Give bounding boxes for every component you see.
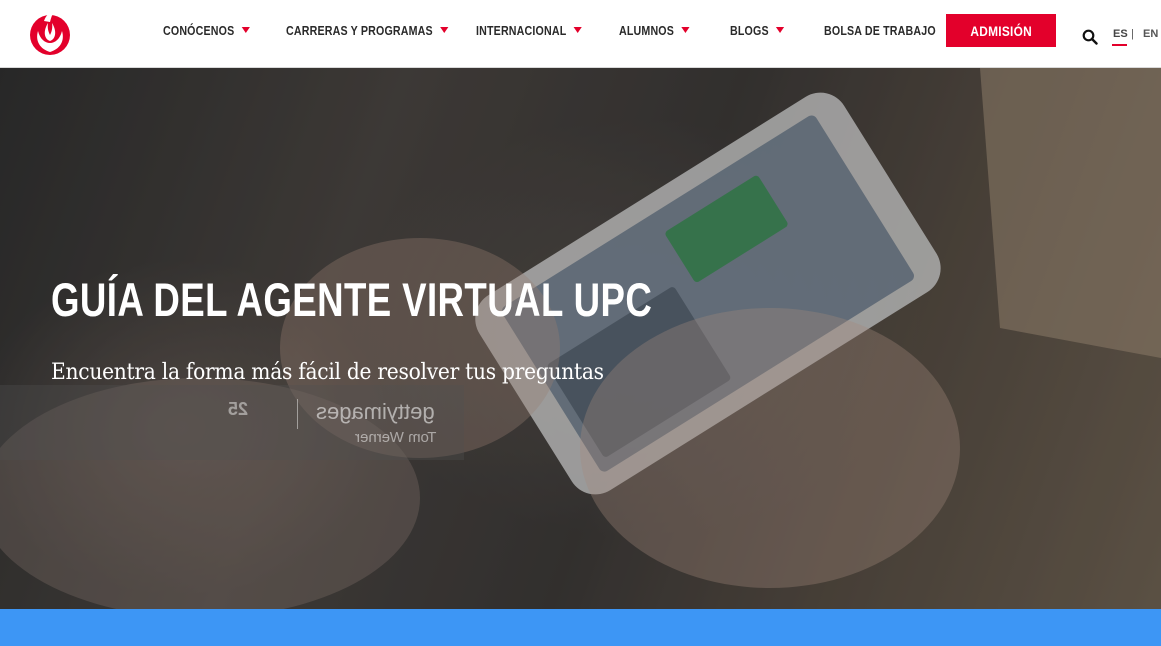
- getty-watermark: 25 gettyimages Tom Werner: [0, 385, 464, 460]
- hero-banner: 25 gettyimages Tom Werner GUÍA DEL AGENT…: [0, 68, 1161, 609]
- lang-en-link[interactable]: EN: [1143, 28, 1158, 40]
- getty-brand: gettyimages: [316, 399, 435, 424]
- caret-down-icon: [681, 27, 690, 33]
- nav-label: BLOGS: [730, 22, 769, 38]
- nav-label: BOLSA DE TRABAJO: [824, 22, 936, 38]
- nav-blogs[interactable]: BLOGS: [730, 0, 785, 60]
- site-header: CONÓCENOS CARRERAS Y PROGRAMAS INTERNACI…: [0, 0, 1161, 68]
- watermark-divider: [297, 399, 298, 429]
- hero-overlay: [0, 68, 1161, 609]
- nav-label: ALUMNOS: [619, 22, 675, 38]
- hero-subtitle: Encuentra la forma más fácil de resolver…: [51, 360, 604, 385]
- active-lang-underline: [1112, 44, 1127, 46]
- caret-down-icon: [440, 27, 449, 33]
- nav-label: CARRERAS Y PROGRAMAS: [286, 22, 433, 38]
- nav-conocenos[interactable]: CONÓCENOS: [163, 0, 250, 60]
- lang-es-link[interactable]: ES: [1113, 28, 1128, 40]
- nav-carreras-y-programas[interactable]: CARRERAS Y PROGRAMAS: [286, 0, 449, 60]
- lang-separator: |: [1131, 28, 1134, 40]
- admision-button[interactable]: ADMISIÓN: [946, 14, 1056, 47]
- nav-label: CONÓCENOS: [163, 22, 235, 38]
- search-icon[interactable]: [1082, 29, 1098, 45]
- getty-author: Tom Werner: [355, 429, 437, 446]
- admision-label: ADMISIÓN: [970, 22, 1032, 39]
- nav-bolsa-de-trabajo[interactable]: BOLSA DE TRABAJO: [824, 0, 936, 60]
- caret-down-icon: [776, 27, 785, 33]
- upc-logo-icon[interactable]: [26, 9, 74, 57]
- nav-internacional[interactable]: INTERNACIONAL: [476, 0, 582, 60]
- nav-label: INTERNACIONAL: [476, 22, 567, 38]
- nav-alumnos[interactable]: ALUMNOS: [619, 0, 690, 60]
- getty-badge: 25: [228, 399, 249, 419]
- caret-down-icon: [241, 27, 250, 33]
- caret-down-icon: [573, 27, 582, 33]
- hero-title: GUÍA DEL AGENTE VIRTUAL UPC: [51, 273, 653, 326]
- content-section-band: [0, 609, 1161, 646]
